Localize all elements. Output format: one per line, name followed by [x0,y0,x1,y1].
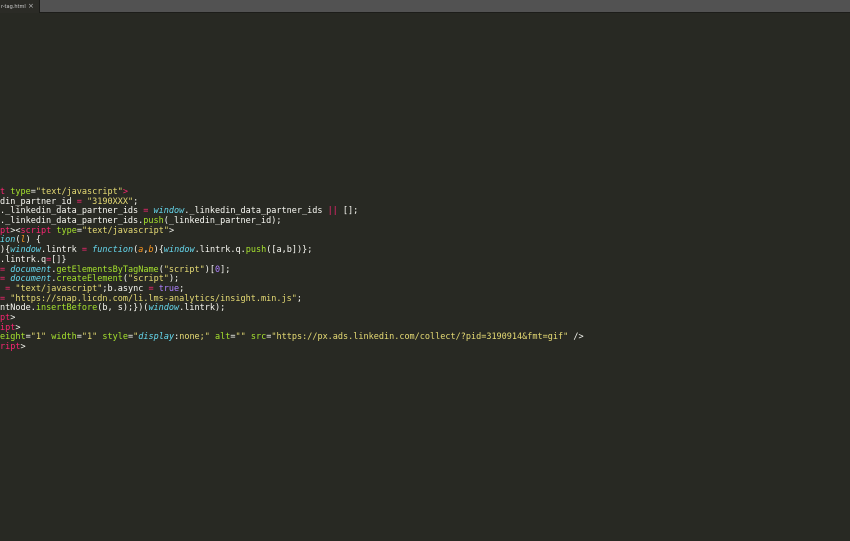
code-token: ){ [153,245,164,256]
code-token: "text/javascript" [35,187,123,197]
code-token: []} [51,254,67,265]
code-token: pt [0,312,11,323]
code-token: /> [568,332,584,343]
code-token: ;b.async [102,283,149,294]
code-token: > [15,322,21,333]
code-token: getElementsByTagName [56,264,159,275]
tab-file[interactable]: r-tag.html × [0,0,40,13]
code-token: >< [10,225,21,236]
code-line: ){window.lintrk = function(a,b){window.l… [0,245,584,256]
code-token: ); [168,274,180,285]
code-token: ; [296,293,302,304]
code-token: "script" [127,274,169,285]
code-token: (b, s);})( [97,303,149,314]
code-token: push [143,216,164,227]
code-token: type [10,187,31,197]
code-token: "text/javascript" [81,225,169,236]
code-token: "script" [163,264,205,275]
code-token: .lintrk.q. [194,245,246,256]
code-line: ntNode.insertBefore(b, s);})(window.lint… [0,303,584,314]
code-token: window [153,206,185,217]
code-token: > [122,187,128,197]
code-token: ntNode. [0,303,36,314]
code-token: ; [179,283,185,294]
code-token: push [245,245,267,256]
code-token: insertBefore [35,303,98,314]
code-token: function [92,245,134,256]
code-token: []; [337,206,359,217]
code-token: document [10,264,52,275]
code-token: .lintrk.q [0,254,47,265]
code-token: .lintrk [40,245,82,256]
code-token: display [138,332,175,343]
code-token: || [327,206,338,217]
code-token: ; [133,196,139,207]
code-token: ipt [0,322,16,333]
code-editor[interactable]: t type="text/javascript"> din_partner_id … [0,13,850,541]
code-token: "3190XXX" [87,196,134,207]
code-token: none;" [179,332,210,343]
code-token: eight [0,332,26,343]
code-line: eight="1" width="1" style="display:none;… [0,332,584,343]
code-token: ._linkedin_data_partner_ids [184,206,328,217]
code-token: > [10,312,16,323]
code-token: ) { [25,235,41,246]
code-content: t type="text/javascript"> din_partner_id … [0,187,584,353]
code-line: pt> [0,312,584,324]
code-token: pt [0,225,11,236]
tab-bar: r-tag.html × [0,0,850,13]
code-token: )[ [204,264,216,275]
code-token: "text/javascript" [15,283,103,294]
code-token: type [56,225,77,236]
code-token: ion [0,235,16,246]
code-token: > [168,225,175,236]
code-token: ){ [0,245,11,256]
code-token: > [20,342,26,352]
code-token: window [163,245,195,256]
code-line: ript> [0,342,584,353]
code-token: src [250,332,267,343]
code-token: document [10,274,52,285]
code-token: alt [215,332,231,343]
code-token: createElement [56,274,123,285]
code-token: "https://snap.licdn.com/li.lms-analytics… [10,293,297,304]
code-token: true [158,283,180,294]
code-token: (_linkedin_partner_id); [163,216,282,227]
code-token: window [148,303,180,314]
close-icon[interactable]: × [28,2,34,10]
code-token: ._linkedin_data_partner_ids [0,206,144,217]
code-token: ._linkedin_data_partner_ids. [0,216,144,227]
code-token: window [10,245,41,256]
code-token: "" [235,332,246,343]
code-line: pt><script type="text/javascript"> [0,225,584,237]
code-token: script [20,225,52,236]
tab-label: r-tag.html [1,3,26,10]
code-token: ([a,b])}; [266,245,313,256]
code-token: "1" [30,332,47,343]
code-token: ]; [220,264,231,275]
code-token: ript [0,342,21,352]
code-token: "https://px.ads.linkedin.com/collect/?pi… [271,332,569,343]
code-token: width [51,332,77,343]
code-token: style [102,332,128,343]
code-token: din_partner_id [0,196,77,207]
code-token: .lintrk); [179,303,226,314]
code-token: "1" [81,332,98,343]
